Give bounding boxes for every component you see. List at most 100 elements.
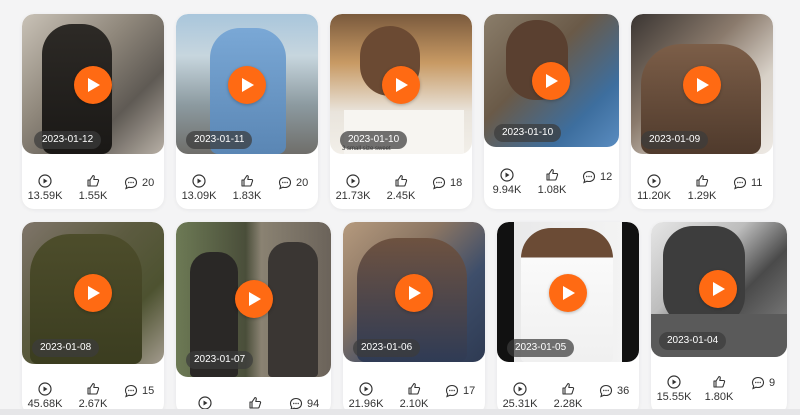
video-thumbnail[interactable]: 2023-01-11 [176, 14, 318, 154]
video-thumbnail[interactable]: 2023-01-08 [22, 222, 164, 364]
views-count: 15.55K [651, 375, 697, 403]
play-button[interactable] [74, 66, 112, 104]
comment-icon [432, 176, 446, 190]
thumbs-up-icon [249, 396, 262, 409]
play-circle-icon [38, 174, 52, 188]
upload-date-badge: 2023-01-10 [494, 124, 562, 142]
likes-value: 2.45K [386, 190, 416, 202]
play-icon [713, 282, 725, 296]
views-count: 11.20K [631, 174, 677, 202]
video-card[interactable]: 2023-01-04 15.55K 1.80K 9 [651, 222, 787, 415]
video-card[interactable]: 2023-01-05 25.31K 2.28K 36 [497, 222, 639, 415]
comments-value: 20 [142, 177, 155, 189]
comment-icon [278, 176, 292, 190]
play-circle-icon [359, 382, 373, 396]
video-thumbnail[interactable]: 2023-01-07 [176, 222, 331, 377]
comment-icon [582, 170, 596, 184]
play-button[interactable] [683, 66, 721, 104]
comments-value: 36 [617, 385, 630, 397]
likes-value: 1.29K [687, 190, 717, 202]
views-count: 25.31K [497, 382, 543, 410]
views-value: 9.94K [492, 184, 522, 196]
play-button[interactable] [549, 274, 587, 312]
comments-value: 18 [450, 177, 463, 189]
thumbs-up-icon [408, 382, 421, 395]
video-thumbnail[interactable]: 2023-01-10 [484, 14, 619, 147]
views-count: 45.68K [22, 382, 68, 410]
comments-count: 15 [124, 384, 154, 398]
likes-value: 1.80K [704, 391, 734, 403]
video-thumbnail[interactable]: 2023-01-12 [22, 14, 164, 154]
views-count: 9.94K [484, 168, 530, 196]
play-circle-icon [38, 382, 52, 396]
comments-value: 17 [463, 385, 476, 397]
video-thumbnail[interactable]: 2023-01-09 [631, 14, 773, 154]
play-circle-icon [647, 174, 661, 188]
upload-date-badge: 2023-01-04 [659, 332, 727, 350]
thumbs-up-icon [87, 174, 100, 187]
likes-value: 1.08K [537, 184, 567, 196]
views-count: 21.96K [343, 382, 389, 410]
views-count: 13.59K [22, 174, 68, 202]
views-value: 11.20K [636, 190, 672, 202]
play-button[interactable] [74, 274, 112, 312]
play-circle-icon [198, 396, 212, 410]
play-circle-icon [346, 174, 360, 188]
play-icon [249, 292, 261, 306]
likes-count: 1.55K [70, 174, 116, 202]
play-icon [563, 286, 575, 300]
comments-count: 9 [751, 376, 775, 390]
upload-date-badge: 2023-01-08 [32, 339, 100, 357]
video-card[interactable]: 2023-01-11 13.09K 1.83K 20 [176, 14, 318, 209]
play-circle-icon [513, 382, 527, 396]
comment-icon [445, 384, 459, 398]
comments-value: 12 [600, 171, 613, 183]
likes-count: 1.80K [696, 375, 742, 403]
play-button[interactable] [395, 274, 433, 312]
video-card[interactable]: 2023-01-10 9.94K 1.08K 12 [484, 14, 619, 209]
video-card[interactable]: 2023-01-07 94 [176, 222, 331, 415]
upload-date-badge: 2023-01-06 [353, 339, 421, 357]
upload-date-badge: 2023-01-09 [641, 131, 709, 149]
play-icon [88, 286, 100, 300]
play-icon [697, 78, 709, 92]
upload-date-badge: 2023-01-05 [507, 339, 575, 357]
likes-count: 2.67K [70, 382, 116, 410]
play-circle-icon [500, 168, 514, 182]
video-thumbnail[interactable]: 2023-01-05 [497, 222, 639, 362]
play-icon [409, 286, 421, 300]
views-value: 13.09K [181, 190, 217, 202]
comment-icon [751, 376, 765, 390]
video-card[interactable]: 2023-01-12 13.59K 1.55K 20 [22, 14, 164, 209]
views-value: 13.59K [27, 190, 63, 202]
comments-count: 20 [124, 176, 154, 190]
thumbs-up-icon [713, 375, 726, 388]
comments-count: 11 [733, 176, 762, 190]
video-thumbnail[interactable]: 2023-01-06 [343, 222, 485, 362]
play-button[interactable] [382, 66, 420, 104]
person-figure [268, 242, 318, 377]
play-button[interactable] [532, 62, 570, 100]
upload-date-badge: 2023-01-12 [34, 131, 102, 149]
thumbs-up-icon [241, 174, 254, 187]
likes-count: 1.83K [224, 174, 270, 202]
video-thumbnail[interactable]: 3 small size sweet 2023-01-10 [330, 14, 472, 154]
video-card[interactable]: 2023-01-08 45.68K 2.67K 15 [22, 222, 164, 415]
play-button[interactable] [699, 270, 737, 308]
comment-icon [599, 384, 613, 398]
play-icon [242, 78, 254, 92]
play-circle-icon [192, 174, 206, 188]
comments-value: 9 [769, 377, 776, 389]
video-card[interactable]: 2023-01-06 21.96K 2.10K 17 [343, 222, 485, 415]
likes-count: 1.08K [529, 168, 575, 196]
likes-count: 2.28K [545, 382, 591, 410]
video-card[interactable]: 3 small size sweet 2023-01-10 21.73K 2.4… [330, 14, 472, 209]
thumbs-up-icon [546, 168, 559, 181]
play-button[interactable] [228, 66, 266, 104]
comments-count: 20 [278, 176, 308, 190]
video-thumbnail[interactable]: 2023-01-04 [651, 222, 787, 357]
video-card[interactable]: 2023-01-09 11.20K 1.29K 11 [631, 14, 773, 209]
upload-date-badge: 2023-01-07 [186, 351, 254, 369]
views-value: 21.73K [335, 190, 371, 202]
play-button[interactable] [235, 280, 273, 318]
